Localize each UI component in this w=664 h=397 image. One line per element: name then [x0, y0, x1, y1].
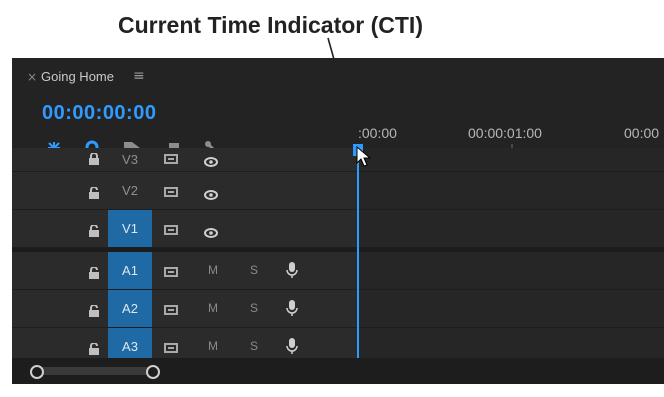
close-icon[interactable]: × — [27, 70, 37, 84]
lock-icon[interactable] — [88, 264, 100, 283]
track-target-a2[interactable]: A2 — [108, 290, 152, 327]
microphone-icon[interactable] — [286, 299, 298, 321]
mute-toggle[interactable]: M — [208, 263, 218, 277]
track-target-v3[interactable]: V3 — [108, 148, 152, 171]
cti-playhead-line[interactable] — [357, 144, 359, 364]
mouse-cursor-icon — [356, 146, 372, 167]
panel-header: × Going Home ≡ — [12, 58, 664, 98]
sync-lock-icon[interactable] — [164, 339, 180, 358]
track-header: V1 — [12, 210, 357, 248]
solo-toggle[interactable]: S — [250, 301, 258, 315]
lock-icon[interactable] — [88, 302, 100, 321]
microphone-icon[interactable] — [286, 261, 298, 283]
timeline-panel: × Going Home ≡ 00:00:00:00 :00:00 00:00:… — [12, 58, 664, 384]
eye-icon[interactable] — [203, 223, 219, 242]
track-target-a1[interactable]: A1 — [108, 252, 152, 289]
track-row-v1: V1 — [12, 210, 664, 248]
track-lane[interactable] — [358, 290, 664, 328]
track-lane[interactable] — [358, 210, 664, 248]
panel-menu-icon[interactable]: ≡ — [133, 68, 145, 84]
sync-lock-icon[interactable] — [164, 183, 180, 202]
scroll-handle-right[interactable] — [146, 365, 160, 379]
eye-icon[interactable] — [203, 152, 219, 171]
eye-icon[interactable] — [203, 185, 219, 204]
sequence-tab-name[interactable]: Going Home — [41, 69, 114, 84]
lock-icon[interactable] — [88, 222, 100, 241]
track-header: V3 — [12, 148, 357, 172]
solo-toggle[interactable]: S — [250, 339, 258, 353]
track-row-a2: A2 M S — [12, 290, 664, 328]
sync-lock-icon[interactable] — [164, 221, 180, 240]
playhead-timecode[interactable]: 00:00:00:00 — [42, 102, 156, 125]
track-header: A1 M S — [12, 252, 357, 290]
track-lane[interactable] — [358, 252, 664, 290]
sync-lock-icon[interactable] — [164, 150, 180, 169]
mute-toggle[interactable]: M — [208, 339, 218, 353]
scrollbar-thumb[interactable] — [36, 367, 154, 375]
solo-toggle[interactable]: S — [250, 263, 258, 277]
microphone-icon[interactable] — [286, 337, 298, 359]
track-target-v1[interactable]: V1 — [108, 210, 152, 247]
track-row-a1: A1 M S — [12, 252, 664, 290]
horizontal-zoom-scrollbar[interactable] — [12, 358, 664, 384]
track-row-v3: V3 — [12, 148, 664, 172]
mute-toggle[interactable]: M — [208, 301, 218, 315]
track-header: V2 — [12, 172, 357, 210]
track-row-v2: V2 — [12, 172, 664, 210]
track-lane[interactable] — [358, 148, 664, 172]
scroll-handle-left[interactable] — [30, 365, 44, 379]
track-header: A2 M S — [12, 290, 357, 328]
lock-icon[interactable] — [88, 150, 100, 169]
sync-lock-icon[interactable] — [164, 263, 180, 282]
lock-icon[interactable] — [88, 184, 100, 203]
lock-icon[interactable] — [88, 340, 100, 359]
track-lane[interactable] — [358, 172, 664, 210]
sync-lock-icon[interactable] — [164, 301, 180, 320]
track-target-v2[interactable]: V2 — [108, 172, 152, 209]
